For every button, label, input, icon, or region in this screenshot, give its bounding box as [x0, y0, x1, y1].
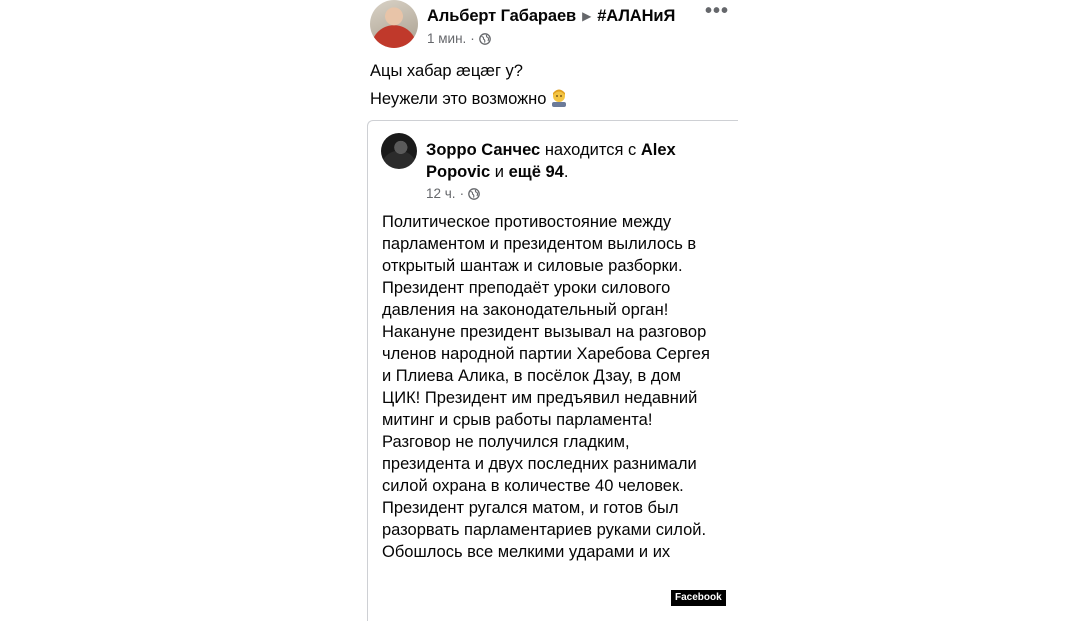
- facebook-post: Альберт Габараев ▶ #АЛАНиЯ ••• 1 мин. · Ац…: [355, 0, 738, 621]
- and-text: и: [494, 163, 504, 181]
- tagged-others[interactable]: ещё 94: [509, 163, 564, 181]
- shared-post-card[interactable]: Зорро Санчес находится с Alex Popovic и …: [367, 120, 738, 621]
- post-time[interactable]: 1 мин.: [427, 31, 466, 46]
- author-avatar[interactable]: [370, 0, 418, 48]
- post-meta: 1 мин. ·: [427, 31, 491, 46]
- shared-post-header: Зорро Санчес находится с Alex Popovic и …: [426, 139, 726, 183]
- man-emoji-icon: [552, 89, 567, 107]
- post-text-content: Неужели это возможно: [370, 90, 547, 108]
- shared-post-body: Политическое противостояние между парлам…: [382, 213, 710, 561]
- post-text: Ацы хабар æцæг у? Неужели это возможно: [370, 57, 569, 113]
- facebook-watermark: Facebook: [671, 590, 726, 606]
- globe-icon[interactable]: [478, 32, 491, 45]
- meta-separator: ·: [470, 31, 475, 46]
- shared-post-meta: 12 ч. ·: [426, 186, 480, 201]
- post-text-line: Ацы хабар æцæг у?: [370, 62, 523, 80]
- triangle-right-icon: ▶: [582, 9, 592, 23]
- post-header: Альберт Габараев ▶ #АЛАНиЯ: [427, 7, 675, 26]
- shared-author-avatar[interactable]: [381, 133, 417, 169]
- shared-meta-separator: ·: [459, 186, 465, 201]
- group-name[interactable]: #АЛАНиЯ: [597, 7, 675, 25]
- period: .: [563, 163, 569, 181]
- author-name[interactable]: Альберт Габараев: [427, 7, 576, 25]
- shared-post-time[interactable]: 12 ч.: [426, 186, 456, 201]
- more-options-icon[interactable]: •••: [705, 0, 729, 23]
- with-text: находится с: [544, 141, 637, 159]
- shared-author-name[interactable]: Зорро Санчес: [426, 141, 540, 159]
- globe-icon[interactable]: [468, 187, 480, 200]
- post-text-line-2: Неужели это возможно: [370, 85, 569, 113]
